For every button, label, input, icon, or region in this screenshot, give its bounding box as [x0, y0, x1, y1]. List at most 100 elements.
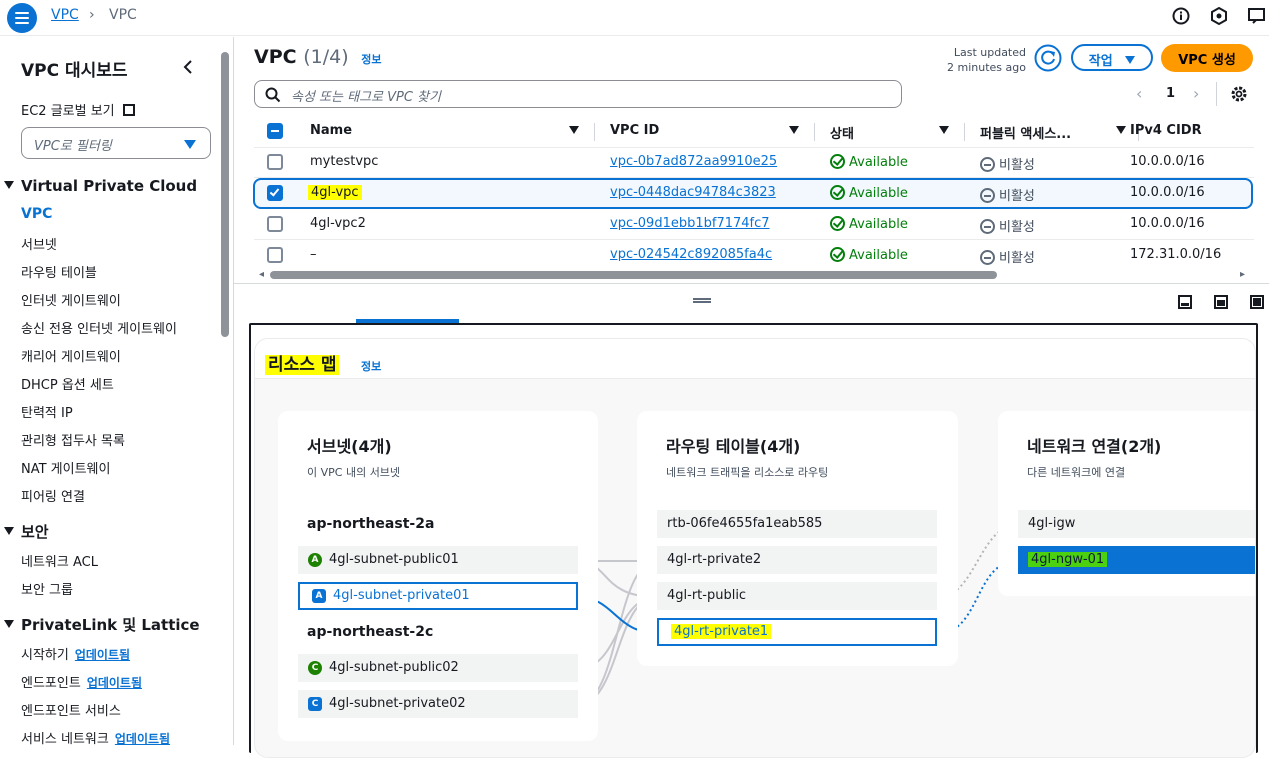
table-horizontal-scrollbar[interactable] — [270, 271, 997, 279]
sort-icon[interactable] — [569, 126, 579, 134]
sort-icon[interactable] — [789, 126, 799, 134]
page-title: VPC (1/4) 정보 — [254, 46, 382, 68]
drag-handle-icon[interactable] — [693, 298, 711, 303]
info-icon[interactable] — [1171, 6, 1191, 26]
sidebar-item-dhcp-options[interactable]: DHCP 옵션 세트 — [21, 374, 114, 393]
column-separator — [964, 123, 965, 141]
caret-down-icon — [4, 527, 14, 535]
check-circle-icon — [830, 185, 845, 200]
table-row[interactable]: – vpc-024542c892085fa4c Available 비활성 17… — [254, 240, 1254, 271]
feedback-icon[interactable] — [1247, 6, 1267, 26]
network-connections-card: 네트워크 연결(2개) 다른 네트워크에 연결 4gl-igw 4gl-ngw-… — [998, 411, 1255, 596]
search-input[interactable]: 속성 또는 태그로 VPC 찾기 — [254, 80, 902, 108]
settings-gear-icon[interactable] — [1230, 85, 1248, 103]
igw-node[interactable]: 4gl-igw — [1018, 510, 1255, 538]
row-checkbox[interactable] — [267, 247, 283, 263]
sidebar-item-vpc[interactable]: VPC — [21, 206, 52, 222]
column-ipv4-cidr[interactable]: IPv4 CIDR — [1130, 123, 1202, 138]
sidebar-section-security[interactable]: 보안 — [4, 521, 49, 542]
vpc-id-link[interactable]: vpc-024542c892085fa4c — [610, 247, 772, 262]
vpc-filter-select[interactable]: VPC로 필터링 — [21, 127, 211, 159]
column-separator — [814, 123, 815, 141]
sidebar-scrollbar[interactable] — [221, 52, 229, 337]
cidr-cell: 172.31.0.0/16 — [1130, 247, 1222, 262]
table-row-selected[interactable]: 4gl-vpc vpc-0448dac94784c3823 Available … — [253, 178, 1253, 209]
last-updated: Last updated 2 minutes ago — [947, 46, 1026, 74]
sidebar-item-security-groups[interactable]: 보안 그룹 — [21, 579, 73, 598]
column-vpc-id[interactable]: VPC ID — [610, 123, 659, 138]
sidebar-item-carrier-gateways[interactable]: 캐리어 게이트웨이 — [21, 346, 121, 365]
breadcrumb-vpc-link[interactable]: VPC — [51, 7, 79, 23]
create-vpc-button[interactable]: VPC 생성 — [1161, 44, 1253, 72]
split-full-icon[interactable] — [1250, 295, 1264, 309]
vpc-id-link[interactable]: vpc-09d1ebb1bf7174fc7 — [610, 216, 770, 231]
menu-icon[interactable] — [7, 3, 37, 33]
sidebar-section-vpc[interactable]: Virtual Private Cloud — [4, 177, 197, 195]
az-a-icon: A — [308, 553, 322, 567]
route-table-node[interactable]: 4gl-rt-private2 — [657, 546, 937, 574]
sidebar-item-endpoint-services[interactable]: 엔드포인트 서비스 — [21, 700, 121, 719]
sidebar-item-internet-gateways[interactable]: 인터넷 게이트웨이 — [21, 290, 121, 309]
sidebar-item-nat-gateways[interactable]: NAT 게이트웨이 — [21, 458, 110, 477]
sidebar-item-getting-started[interactable]: 시작하기 업데이트됨 — [21, 644, 130, 663]
nat-gateway-node-selected[interactable]: 4gl-ngw-01 — [1018, 546, 1255, 574]
resource-map: 리소스 맵 정보 서브넷(4개) 이 VPC 내의 서브넷 ap-northea… — [254, 338, 1256, 758]
sidebar-item-service-networks[interactable]: 서비스 네트워크 업데이트됨 — [21, 728, 170, 745]
subnet-node[interactable]: A 4gl-subnet-public01 — [298, 546, 578, 574]
route-table-node-selected[interactable]: 4gl-rt-private1 — [657, 618, 937, 646]
prev-page-icon[interactable]: ‹ — [1136, 84, 1142, 103]
sidebar-item-elastic-ip[interactable]: 탄력적 IP — [21, 402, 73, 421]
vpc-id-link[interactable]: vpc-0448dac94784c3823 — [610, 185, 776, 200]
az-heading: ap-northeast-2a — [307, 516, 435, 532]
sidebar-item-network-acl[interactable]: 네트워크 ACL — [21, 551, 98, 570]
page-number[interactable]: 1 — [1166, 86, 1175, 101]
column-status[interactable]: 상태 — [830, 123, 854, 142]
select-all-checkbox[interactable] — [267, 123, 283, 139]
table-row[interactable]: mytestvpc vpc-0b7ad872aa9910e25 Availabl… — [254, 147, 1254, 178]
route-table-node[interactable]: rtb-06fe4655fa1eab585 — [657, 510, 937, 538]
sidebar-item-egress-only-igw[interactable]: 송신 전용 인터넷 게이트웨이 — [21, 318, 177, 337]
row-checkbox[interactable] — [267, 216, 283, 232]
table-row[interactable]: 4gl-vpc2 vpc-09d1ebb1bf7174fc7 Available… — [254, 209, 1254, 240]
route-table-node[interactable]: 4gl-rt-public — [657, 582, 937, 610]
dropdown-icon — [184, 140, 196, 149]
subnets-subtitle: 이 VPC 내의 서브넷 — [307, 466, 401, 479]
subnet-node-selected[interactable]: A 4gl-subnet-private01 — [298, 582, 578, 610]
scroll-right-icon[interactable]: ▸ — [1240, 269, 1245, 280]
ec2-global-view-link[interactable]: EC2 글로벌 보기 — [21, 100, 135, 119]
subnet-node[interactable]: C 4gl-subnet-public02 — [298, 654, 578, 682]
status-cell: Available — [830, 216, 908, 232]
route-tables-card: 라우팅 테이블(4개) 네트워크 트래픽을 리소스로 라우팅 rtb-06fe4… — [637, 411, 958, 666]
row-checkbox[interactable] — [267, 154, 283, 170]
sidebar-item-endpoints[interactable]: 엔드포인트 업데이트됨 — [21, 672, 142, 691]
external-link-icon — [122, 104, 135, 116]
sort-icon[interactable] — [1116, 126, 1126, 134]
refresh-icon[interactable] — [1034, 44, 1062, 72]
subnet-node[interactable]: C 4gl-subnet-private02 — [298, 690, 578, 718]
status-cell: Available — [830, 247, 908, 263]
security-icon[interactable] — [1209, 6, 1229, 26]
sidebar-item-route-tables[interactable]: 라우팅 테이블 — [21, 262, 97, 281]
sort-icon[interactable] — [939, 126, 949, 134]
sidebar: VPC 대시보드 EC2 글로벌 보기 VPC로 필터링 Virtual Pri… — [0, 37, 234, 745]
info-link[interactable]: 정보 — [361, 53, 381, 66]
vpc-id-link[interactable]: vpc-0b7ad872aa9910e25 — [610, 154, 777, 169]
column-name[interactable]: Name — [310, 123, 352, 138]
actions-button[interactable]: 작업 — [1071, 44, 1153, 71]
minus-circle-icon — [980, 157, 995, 172]
public-access-cell: 비활성 — [980, 154, 1035, 173]
sidebar-item-prefix-lists[interactable]: 관리형 접두사 목록 — [21, 430, 125, 449]
column-public-access[interactable]: 퍼블릭 액세스... — [980, 123, 1071, 142]
split-bottom-icon[interactable] — [1178, 295, 1192, 309]
sidebar-item-subnets[interactable]: 서브넷 — [21, 234, 57, 253]
az-a-icon: A — [312, 589, 326, 603]
row-checkbox[interactable] — [267, 185, 283, 201]
collapse-sidebar-icon[interactable] — [181, 59, 195, 75]
sidebar-section-privatelink[interactable]: PrivateLink 및 Lattice — [4, 614, 200, 635]
split-side-icon[interactable] — [1214, 295, 1228, 309]
next-page-icon[interactable]: › — [1193, 84, 1199, 103]
network-connections-subtitle: 다른 네트워크에 연결 — [1027, 466, 1126, 479]
check-circle-icon — [830, 247, 845, 262]
sidebar-item-peering[interactable]: 피어링 연결 — [21, 486, 85, 505]
scroll-left-icon[interactable]: ◂ — [259, 269, 264, 280]
